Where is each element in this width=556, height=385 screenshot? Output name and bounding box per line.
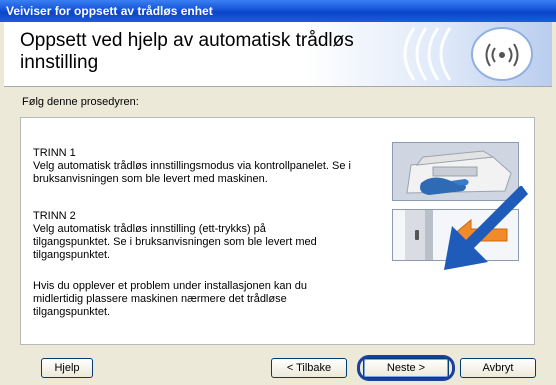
window-titlebar[interactable]: Veiviser for oppsett av trådløs enhet bbox=[0, 0, 556, 22]
page-title: Oppsett ved hjelp av automatisk trådløs … bbox=[20, 30, 354, 73]
tip-note: Hvis du opplever et problem under instal… bbox=[33, 280, 307, 318]
wireless-icon bbox=[403, 27, 533, 81]
help-button[interactable]: Hjelp bbox=[41, 358, 93, 378]
step2-title: TRINN 2 bbox=[33, 210, 76, 222]
cancel-button[interactable]: Avbryt bbox=[460, 358, 536, 378]
instruction-text: Følg denne prosedyren: bbox=[22, 96, 139, 108]
annotation-arrow-icon bbox=[444, 186, 528, 270]
wizard-header: Oppsett ved hjelp av automatisk trådløs … bbox=[4, 22, 552, 87]
next-button-highlight bbox=[357, 355, 455, 381]
wizard-window: Veiviser for oppsett av trådløs enhet Op… bbox=[0, 0, 556, 385]
back-button[interactable]: < Tilbake bbox=[271, 358, 347, 378]
step1-text: Velg automatisk trådløs innstillingsmodu… bbox=[33, 160, 351, 185]
step2-text: Velg automatisk trådløs innstilling (ett… bbox=[33, 223, 317, 261]
step1-title: TRINN 1 bbox=[33, 147, 76, 159]
